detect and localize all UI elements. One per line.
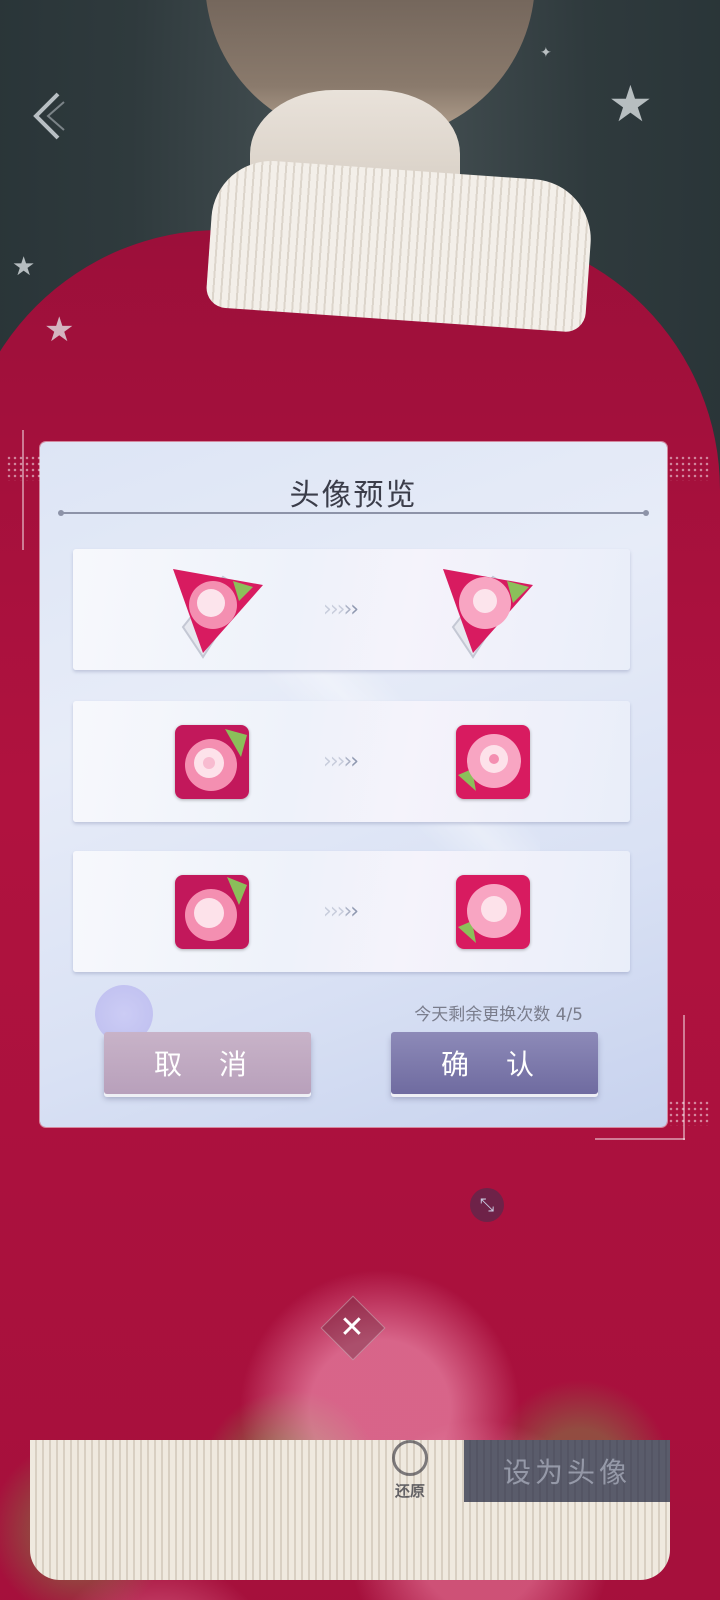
star-icon: ✦	[540, 45, 552, 61]
frame-decoration	[22, 430, 24, 550]
change-arrow-icon: ›››››	[323, 597, 359, 622]
new-card-image	[456, 875, 530, 949]
restore-icon	[392, 1440, 428, 1476]
frame-decoration	[595, 1138, 685, 1140]
dialog-title: 头像预览	[289, 478, 418, 513]
current-avatar-image	[175, 725, 249, 799]
restore-button[interactable]: 还原	[388, 1440, 432, 1500]
change-arrow-icon: ›››››	[323, 899, 359, 924]
confirm-button[interactable]: 确 认	[391, 1032, 598, 1094]
remaining-changes-text: 今天剩余更换次数 4/5	[414, 1005, 583, 1025]
current-avatar-frame-icon	[173, 569, 263, 659]
restore-label: 还原	[394, 1482, 425, 1500]
preview-row-avatar: ›››››	[73, 701, 630, 822]
back-chevron-icon[interactable]	[24, 88, 72, 144]
avatar-preview-dialog: 头像预览 ››››› ››››› ››››› 今天剩余更换次数 4/5 取 消 …	[40, 442, 667, 1127]
change-arrow-icon: ›››››	[323, 749, 359, 774]
set-as-avatar-button[interactable]: 设为头像	[464, 1440, 670, 1502]
current-card-image	[175, 875, 249, 949]
star-icon: ★	[12, 252, 36, 282]
title-divider	[58, 510, 649, 516]
sweater-collar	[205, 156, 595, 334]
star-icon: ★	[608, 75, 653, 133]
resize-icon[interactable]: ⤡	[470, 1188, 504, 1222]
preview-row-frame: ›››››	[73, 549, 630, 670]
star-icon: ★	[44, 310, 75, 350]
preview-row-card: ›››››	[73, 851, 630, 972]
new-avatar-frame-icon	[443, 569, 533, 659]
cancel-button[interactable]: 取 消	[104, 1032, 311, 1094]
new-avatar-image	[456, 725, 530, 799]
